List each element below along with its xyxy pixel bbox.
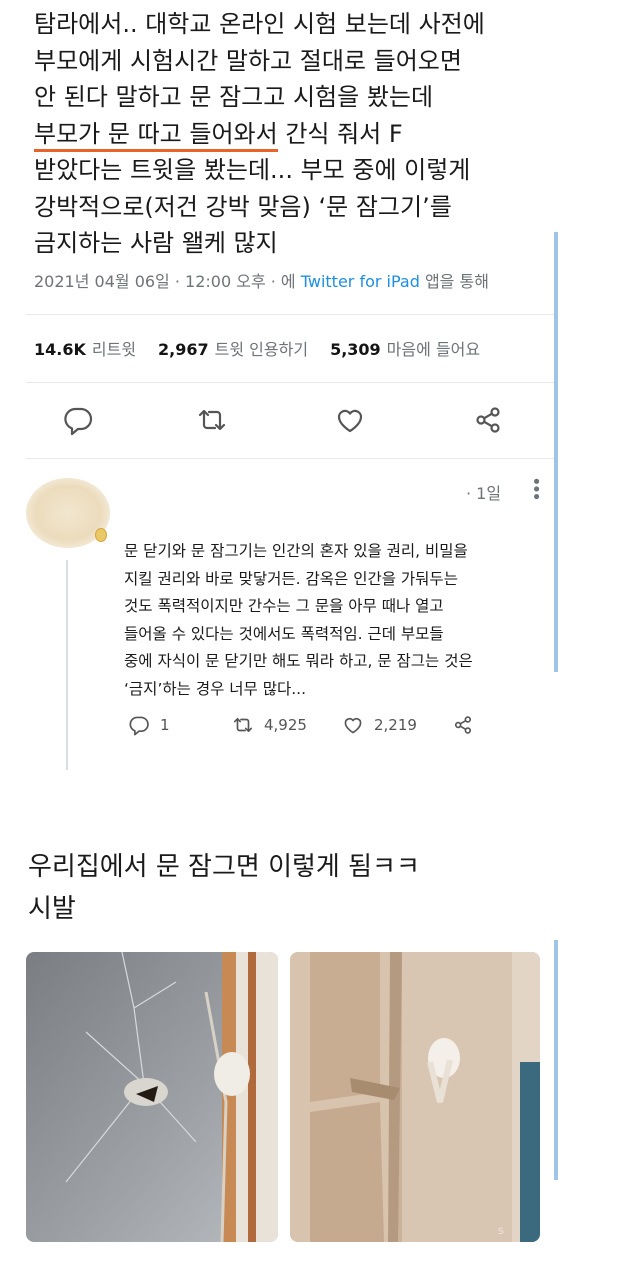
- tweet-line: 받았다는 트윗을 봤는데... 부모 중에 이렇게: [34, 156, 471, 184]
- reply-line: 중에 자식이 문 닫기만 해도 뭐라 하고, 문 잠그는 것은: [124, 652, 473, 670]
- reply-line: 것도 폭력적이지만 간수는 그 문을 아무 때나 열고: [124, 597, 444, 615]
- likes-count: 5,309: [330, 340, 381, 359]
- reply-time: · 1일: [466, 484, 502, 503]
- likes-stat[interactable]: 5,309 마음에 들어요: [330, 340, 480, 359]
- reply-like-button[interactable]: 2,219: [342, 714, 417, 736]
- reply-retweet-button[interactable]: 4,925: [232, 714, 307, 736]
- underlined-phrase: 부모가 문 따고 들어와서: [34, 119, 278, 152]
- tweet-meta: 2021년 04월 06일 · 12:00 오후 · 에 Twitter for…: [34, 268, 564, 292]
- tweet-line: 탐라에서.. 대학교 온라인 시험 보는데 사전에: [34, 10, 485, 38]
- retweet-icon: [233, 717, 253, 733]
- avatar-badge-icon: [95, 528, 107, 542]
- reply-line: 들어올 수 있다는 것에서도 폭력적임. 근데 부모들: [124, 624, 444, 643]
- divider: [26, 382, 554, 383]
- retweet-icon[interactable]: [196, 404, 228, 436]
- caption-line: 시발: [28, 894, 76, 924]
- like-icon: [344, 717, 362, 734]
- svg-text:S: S: [498, 1227, 504, 1237]
- reply-retweet-count: 4,925: [264, 716, 307, 734]
- tweet-line: 강박적으로(저건 강박 맞음) ‘문 잠그기’를: [34, 192, 452, 221]
- thread-line: [66, 560, 68, 770]
- post-caption: 우리집에서 문 잠그면 이렇게 됨ㅋㅋ 시발: [28, 846, 420, 930]
- retweets-stat[interactable]: 14.6K 리트윗: [34, 340, 136, 359]
- reply-share-button[interactable]: [452, 714, 484, 736]
- reply-like-count: 2,219: [374, 716, 417, 734]
- reply-icon: [129, 716, 149, 736]
- divider: [26, 314, 554, 315]
- tweet-timestamp: 2021년 04월 06일 · 12:00 오후 · 에: [34, 272, 301, 291]
- divider: [26, 458, 554, 459]
- share-icon: [454, 716, 472, 734]
- screenshot-panel: 탐라에서.. 대학교 온라인 시험 보는데 사전에 부모에게 시험시간 말하고 …: [0, 0, 560, 1280]
- tweet-text: 탐라에서.. 대학교 온라인 시험 보는데 사전에 부모에게 시험시간 말하고 …: [34, 6, 554, 262]
- reply-line: 지킬 권리와 바로 맞닿거든. 감옥은 인간을 가둬두는: [124, 569, 458, 588]
- tweet-line: 금지하는 사람 왤케 많지: [34, 229, 278, 257]
- photo-cracked-door[interactable]: [26, 952, 278, 1242]
- like-icon[interactable]: [334, 404, 366, 436]
- scroll-indicator[interactable]: [554, 232, 558, 672]
- reply-reply-button[interactable]: 1: [128, 714, 170, 736]
- photo-broken-door[interactable]: S: [290, 952, 540, 1242]
- share-icon[interactable]: [472, 404, 504, 436]
- reply-text: 문 닫기와 문 잠그기는 인간의 혼자 있을 권리, 비밀을 지킬 권리와 바로…: [124, 538, 544, 703]
- tweet-source-suffix: 앱을 통해: [419, 272, 489, 291]
- reply-line: 문 닫기와 문 잠그기는 인간의 혼자 있을 권리, 비밀을: [124, 542, 468, 560]
- quotes-stat[interactable]: 2,967 트윗 인용하기: [158, 340, 308, 359]
- reply-line: ‘금지’하는 경우 너무 많다...: [124, 679, 307, 698]
- quotes-label: 트윗 인용하기: [214, 340, 309, 359]
- quotes-count: 2,967: [158, 340, 209, 359]
- tweet-line-rest: 간식 줘서 F: [277, 119, 403, 148]
- reply-reply-count: 1: [160, 716, 170, 734]
- tweet-source-link[interactable]: Twitter for iPad: [301, 272, 420, 291]
- retweets-label: 리트윗: [91, 340, 137, 359]
- scroll-indicator[interactable]: [554, 940, 558, 1180]
- retweets-count: 14.6K: [34, 340, 86, 359]
- tweet-line: 부모가 문 따고 들어와서 간식 줘서 F: [34, 116, 554, 153]
- tweet-line: 부모에게 시험시간 말하고 절대로 들어오면: [34, 46, 462, 75]
- tweet-line: 안 된다 말하고 문 잠그고 시험을 봤는데: [34, 83, 434, 111]
- likes-label: 마음에 들어요: [386, 340, 481, 359]
- tweet-stats: 14.6K 리트윗 2,967 트윗 인용하기 5,309 마음에 들어요: [34, 336, 480, 360]
- caption-line: 우리집에서 문 잠그면 이렇게 됨ㅋㅋ: [28, 852, 420, 882]
- more-options-icon[interactable]: •••: [525, 476, 546, 499]
- reply-icon[interactable]: [62, 404, 94, 436]
